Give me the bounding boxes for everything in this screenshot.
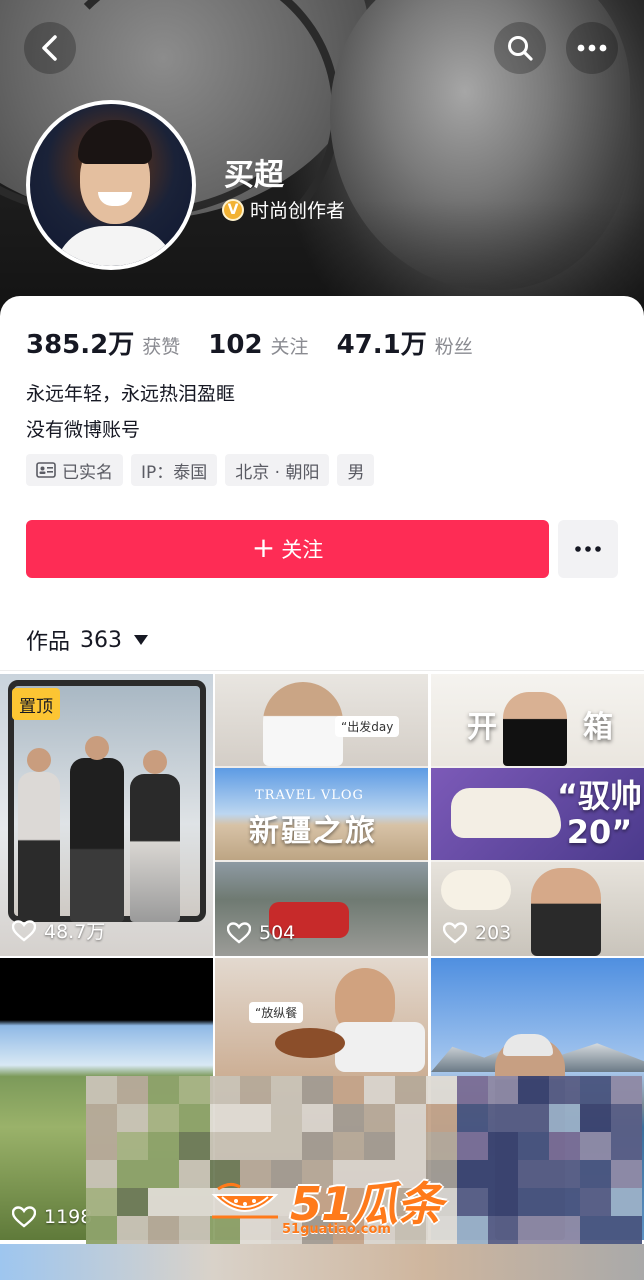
tag-ip-label: IP：泰国	[141, 462, 208, 483]
more-options-button[interactable]	[566, 22, 618, 74]
caret-down-icon	[134, 635, 149, 645]
profile-name: 买超	[224, 158, 284, 193]
profile-bio: 永远年轻，永远热泪盈眶 没有微博账号	[26, 376, 235, 448]
tag-verified[interactable]: 已实名	[26, 454, 123, 486]
more-actions-button[interactable]	[558, 520, 618, 578]
profile-tags: 已实名 IP：泰国 北京 · 朝阳 男	[26, 454, 375, 486]
video-caption-small: TRAVEL VLOG	[255, 788, 364, 803]
stat-following[interactable]: 102 关注	[208, 330, 308, 360]
search-icon	[508, 36, 533, 61]
video-likes-count: 203	[475, 922, 512, 944]
stat-likes-number: 385.2万	[26, 330, 135, 360]
tag-location-label: 北京 · 朝阳	[235, 462, 320, 483]
stat-likes[interactable]: 385.2万 获赞	[26, 324, 180, 361]
bio-line-2: 没有微博账号	[26, 419, 141, 441]
video-caption-title: 新疆之旅	[249, 814, 377, 849]
creator-verification[interactable]: V 时尚创作者	[222, 196, 345, 223]
video-likes: 203	[443, 922, 511, 944]
video-tile[interactable]: 开 箱 “驭帅 20” 203	[431, 674, 644, 956]
video-caption-kai: 开	[467, 710, 497, 745]
watermelon-logo-icon	[211, 1182, 279, 1219]
ellipsis-icon	[575, 546, 601, 552]
stat-following-number: 102	[208, 330, 263, 360]
tag-verified-label: 已实名	[62, 462, 113, 483]
avatar[interactable]	[26, 100, 196, 270]
heart-icon	[443, 922, 467, 944]
works-tab[interactable]: 作品 363	[26, 624, 149, 656]
tag-location: 北京 · 朝阳	[225, 454, 330, 486]
works-count: 363	[80, 627, 123, 653]
profile-stats: 385.2万 获赞 102 关注 47.1万 粉丝	[26, 324, 501, 361]
video-likes: 48.7万	[12, 917, 105, 944]
video-likes: 504	[227, 922, 295, 944]
video-caption-tag: “放纵餐	[249, 1002, 304, 1023]
chevron-left-icon	[42, 35, 57, 61]
search-button[interactable]	[494, 22, 546, 74]
stat-followers-number: 47.1万	[336, 330, 427, 360]
works-label: 作品	[26, 630, 71, 655]
watermark-url: 51guatiao.com	[282, 1222, 391, 1237]
video-caption-xiang: 箱	[583, 710, 613, 745]
video-likes-count: 48.7万	[44, 921, 106, 943]
plus-icon: +	[251, 530, 276, 564]
follow-button[interactable]: + 关注	[26, 520, 549, 578]
video-likes-count: 504	[259, 922, 296, 944]
video-row-partial[interactable]	[0, 1244, 644, 1280]
bio-line-1: 永远年轻，永远热泪盈眶	[26, 383, 236, 405]
pinned-badge: 置顶	[12, 688, 60, 720]
id-card-icon	[36, 462, 56, 478]
stat-followers[interactable]: 47.1万 粉丝	[337, 324, 473, 361]
heart-icon	[12, 919, 36, 942]
video-likes: 1198	[12, 1206, 92, 1228]
heart-icon	[12, 1206, 36, 1228]
video-caption-tag: “出发day	[335, 716, 400, 737]
follow-label: 关注	[281, 538, 324, 562]
ellipsis-icon	[577, 44, 607, 52]
stat-followers-label: 粉丝	[434, 336, 473, 358]
back-button[interactable]	[24, 22, 76, 74]
creator-label: 时尚创作者	[250, 200, 346, 222]
tag-gender: 男	[337, 454, 375, 486]
stat-likes-label: 获赞	[142, 336, 181, 358]
stat-following-label: 关注	[270, 336, 309, 358]
verified-badge-icon: V	[222, 198, 244, 221]
video-caption-quote: “驭帅 20”	[556, 777, 643, 851]
tag-ip: IP：泰国	[131, 454, 218, 486]
tag-gender-label: 男	[347, 462, 365, 483]
heart-icon	[227, 922, 251, 944]
video-tile[interactable]: “出发day TRAVEL VLOG 新疆之旅 504	[215, 674, 428, 956]
video-tile[interactable]: 置顶 48.7万	[0, 674, 213, 956]
